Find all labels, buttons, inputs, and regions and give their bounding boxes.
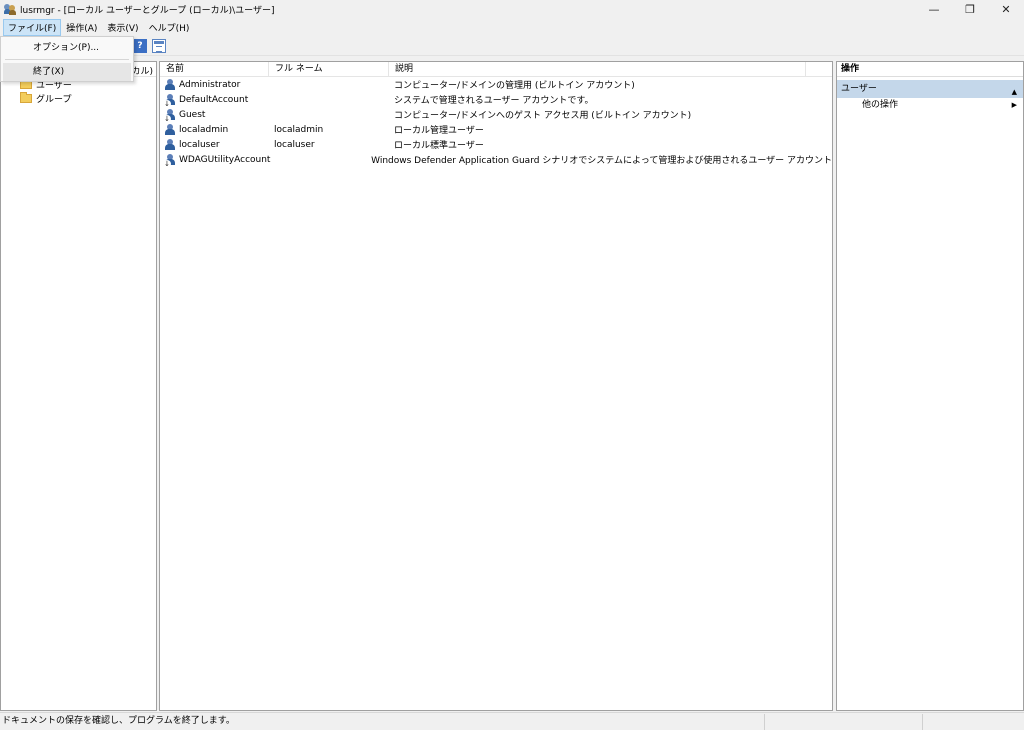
users-app-icon <box>4 3 16 15</box>
menu-action[interactable]: 操作(A) <box>61 19 102 36</box>
menu-separator <box>5 59 129 60</box>
toolbar: ? <box>0 36 1024 56</box>
menu-item-options[interactable]: オプション(P)... <box>3 39 131 57</box>
table-row[interactable]: Guest コンピューター/ドメインへのゲスト アクセス用 (ビルトイン アカウン… <box>160 107 832 123</box>
table-row[interactable]: WDAGUtilityAccount Windows Defender Appli… <box>160 152 832 168</box>
table-row[interactable]: Administrator コンピューター/ドメインの管理用 (ビルトイン アカウ… <box>160 77 832 92</box>
user-description: ローカル標準ユーザー <box>394 141 484 151</box>
status-text: ドキュメントの保存を確認し、プログラムを終了します。 <box>2 716 235 726</box>
file-menu-dropdown: オプション(P)... 終了(X) <box>0 36 134 82</box>
user-name: DefaultAccount <box>179 94 249 105</box>
actions-section-users[interactable]: ユーザー ▲ <box>837 80 1023 98</box>
menu-help[interactable]: ヘルプ(H) <box>144 19 195 36</box>
minimize-button[interactable]: — <box>916 0 952 18</box>
title-bar: lusrmgr - [ローカル ユーザーとグループ (ローカル)\ユーザー] —… <box>0 0 1024 18</box>
table-row[interactable]: localuser localuser ローカル標準ユーザー <box>160 137 832 152</box>
folder-icon <box>20 91 32 103</box>
actions-header: 操作 <box>837 62 1023 77</box>
actions-pane: 操作 ユーザー ▲ 他の操作 ▶ <box>836 61 1024 711</box>
actions-item-label: 他の操作 <box>862 100 899 110</box>
menu-item-exit[interactable]: 終了(X) <box>3 63 131 81</box>
user-name-cell: localadmin <box>160 123 274 136</box>
user-icon <box>164 138 176 151</box>
user-name-cell: Guest <box>160 108 274 123</box>
user-icon <box>163 108 176 123</box>
user-fullname: localuser <box>274 139 315 150</box>
table-row[interactable]: DefaultAccount システムで管理されるユーザー アカウントです。 <box>160 92 832 108</box>
user-name-cell: localuser <box>160 138 274 151</box>
actions-section-label: ユーザー <box>841 84 877 94</box>
tree-pane: カル) ユーザー グループ <box>0 61 157 711</box>
user-name: Administrator <box>179 79 241 90</box>
status-divider <box>764 714 765 730</box>
user-list-pane: 名前 フル ネーム 説明 Administrator コンピューター/ドメインの管… <box>159 61 833 711</box>
tree-root-label[interactable]: カル) <box>131 64 153 77</box>
properties-icon[interactable] <box>152 39 166 53</box>
help-icon[interactable]: ? <box>133 39 147 53</box>
menu-bar: ファイル(F) 操作(A) 表示(V) ヘルプ(H) <box>0 18 1024 36</box>
user-icon <box>164 78 176 91</box>
user-icon <box>164 123 176 136</box>
user-fullname: localadmin <box>274 124 324 135</box>
user-name: WDAGUtilityAccount <box>179 154 271 165</box>
actions-more-actions[interactable]: 他の操作 ▶ <box>837 98 1023 113</box>
list-header: 名前 フル ネーム 説明 <box>160 62 832 77</box>
menu-view[interactable]: 表示(V) <box>102 19 143 36</box>
user-description: システムで管理されるユーザー アカウントです。 <box>394 96 594 106</box>
close-button[interactable]: ✕ <box>988 0 1024 18</box>
user-name-cell: DefaultAccount <box>160 93 274 108</box>
user-description: Windows Defender Application Guard シナリオで… <box>371 156 832 166</box>
user-name: localuser <box>179 139 220 150</box>
user-description: コンピューター/ドメインへのゲスト アクセス用 (ビルトイン アカウント) <box>394 111 692 121</box>
user-name: Guest <box>179 109 206 120</box>
table-row[interactable]: localadmin localadmin ローカル管理ユーザー <box>160 122 832 137</box>
user-name-cell: Administrator <box>160 78 274 91</box>
user-description: ローカル管理ユーザー <box>394 126 484 136</box>
tree-item-label: グループ <box>36 94 72 105</box>
user-description: コンピューター/ドメインの管理用 (ビルトイン アカウント) <box>394 81 635 91</box>
user-icon <box>163 153 176 168</box>
status-divider <box>922 714 923 730</box>
user-icon <box>163 93 176 108</box>
chevron-right-icon: ▶ <box>1011 101 1017 109</box>
column-header-description[interactable]: 説明 <box>389 62 806 76</box>
column-header-fullname[interactable]: フル ネーム <box>269 62 389 76</box>
tree-item-groups[interactable]: グループ <box>1 91 156 105</box>
restore-button[interactable]: ❐ <box>952 0 988 18</box>
column-header-name[interactable]: 名前 <box>160 62 269 76</box>
status-bar: ドキュメントの保存を確認し、プログラムを終了します。 <box>0 712 1024 730</box>
window-title: lusrmgr - [ローカル ユーザーとグループ (ローカル)\ユーザー] <box>20 5 275 16</box>
user-name-cell: WDAGUtilityAccount <box>160 153 271 168</box>
user-name: localadmin <box>179 124 229 135</box>
menu-file[interactable]: ファイル(F) <box>3 18 62 36</box>
